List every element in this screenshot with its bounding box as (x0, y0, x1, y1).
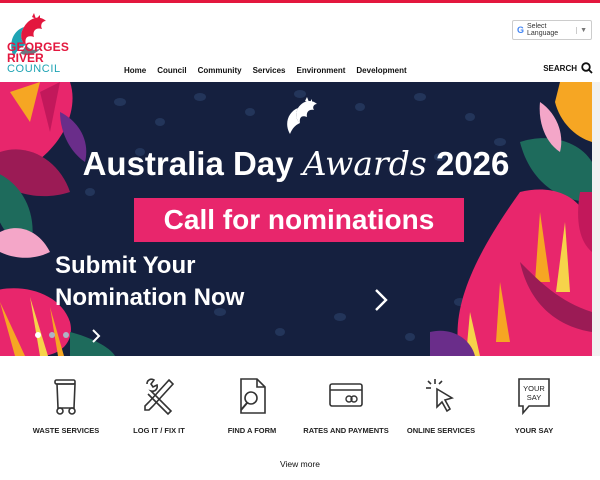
svg-text:YOUR: YOUR (523, 384, 545, 393)
slide-dot-3[interactable] (63, 332, 69, 338)
slide-indicators (35, 332, 69, 338)
language-select[interactable]: G Select Language ▼ (512, 20, 592, 40)
logo-line-3: COUNCIL (7, 63, 61, 75)
document-search-icon (240, 378, 266, 414)
nav-home[interactable]: Home (124, 66, 146, 75)
slide-next-chevron-icon[interactable] (90, 328, 102, 344)
hero-title: Australia Day Awards 2026 (0, 144, 592, 183)
submit-line-1: Submit Your (55, 252, 196, 279)
quick-link-label: WASTE SERVICES (32, 426, 100, 435)
cursor-click-icon (426, 379, 454, 413)
council-logo[interactable]: GEORGES RIVER COUNCIL (6, 11, 106, 77)
quick-link-rates-and-payments[interactable]: RATES AND PAYMENTS (296, 376, 396, 436)
quick-link-label: YOUR SAY (514, 426, 554, 435)
quick-links: WASTE SERVICES LOG IT / FIX IT FIND A FO… (0, 356, 600, 480)
nav-council[interactable]: Council (157, 66, 186, 75)
quick-link-label: FIND A FORM (227, 426, 277, 435)
search-button[interactable]: SEARCH (543, 62, 593, 74)
call-for-nominations-banner: Call for nominations (134, 198, 464, 242)
bin-icon (54, 379, 76, 415)
main-nav: Home Council Community Services Environm… (124, 66, 418, 75)
hero-title-awards: Awards (302, 144, 427, 183)
credit-card-icon (329, 383, 363, 407)
logo-wordmark: GEORGES RIVER COUNCIL (7, 41, 69, 75)
quick-link-label: LOG IT / FIX IT (133, 426, 185, 435)
dragon-mark-icon (287, 97, 317, 134)
slide-dot-2[interactable] (49, 332, 55, 338)
quick-link-waste-services[interactable]: WASTE SERVICES (16, 376, 116, 436)
nav-services[interactable]: Services (253, 66, 286, 75)
hero-next-arrow-icon[interactable] (372, 288, 390, 312)
quick-link-label: RATES AND PAYMENTS (303, 426, 389, 435)
slide-dot-1[interactable] (35, 332, 41, 338)
submit-nomination-cta[interactable]: Submit Your Nomination Now (55, 250, 315, 314)
quick-link-online-services[interactable]: ONLINE SERVICES (391, 376, 491, 436)
hero-title-right: 2026 (426, 145, 510, 182)
chevron-down-icon: ▼ (576, 26, 587, 34)
nav-community[interactable]: Community (198, 66, 242, 75)
submit-line-2: Nomination Now (55, 284, 245, 311)
view-more-link[interactable]: View more (0, 459, 600, 469)
quick-link-your-say[interactable]: YOUR SAY YOUR SAY (484, 376, 584, 436)
google-icon: G (517, 25, 525, 35)
svg-text:SAY: SAY (527, 393, 541, 402)
tools-icon (144, 378, 175, 416)
quick-link-label: ONLINE SERVICES (406, 426, 476, 435)
search-label: SEARCH (543, 63, 577, 73)
quick-link-find-a-form[interactable]: FIND A FORM (202, 376, 302, 436)
site-header: GEORGES RIVER COUNCIL G Select Language … (0, 3, 600, 82)
hero-scrollbar[interactable] (592, 82, 600, 356)
search-icon (581, 62, 593, 74)
hero-title-left: Australia Day (82, 145, 303, 182)
hero-banner[interactable]: Australia Day Awards 2026 Call for nomin… (0, 82, 592, 356)
nav-development[interactable]: Development (356, 66, 406, 75)
language-select-label: Select Language (527, 23, 559, 37)
your-say-icon: YOUR SAY (518, 378, 550, 416)
quick-link-log-it-fix-it[interactable]: LOG IT / FIX IT (109, 376, 209, 436)
nav-environment[interactable]: Environment (297, 66, 346, 75)
